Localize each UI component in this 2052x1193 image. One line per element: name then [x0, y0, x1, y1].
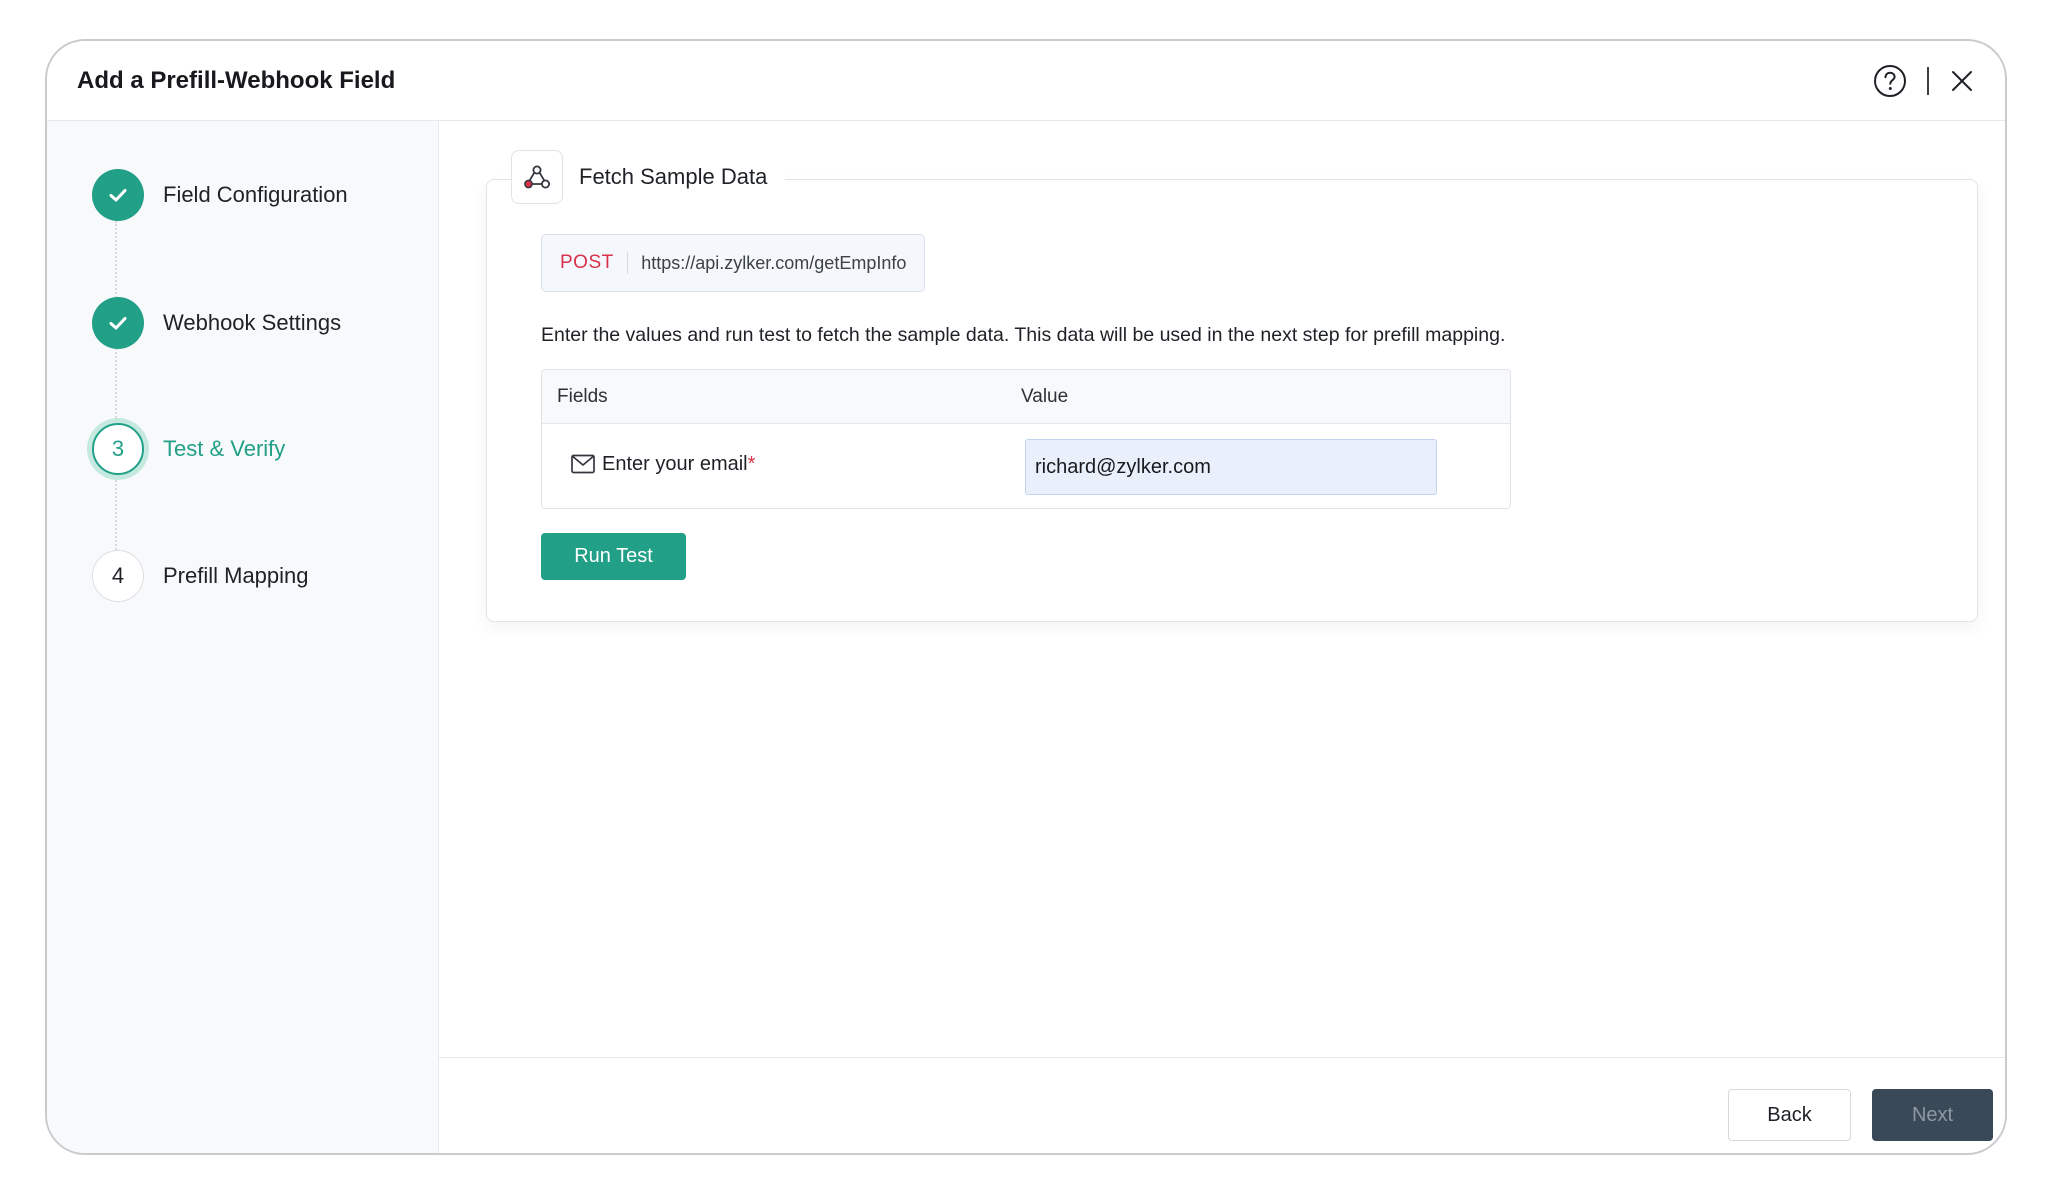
- fetch-sample-data-card: Fetch Sample Data POST https://api.zylke…: [486, 150, 1978, 622]
- endpoint-url: https://api.zylker.com/getEmpInfo: [641, 252, 907, 273]
- step-completed-badge: [92, 169, 144, 221]
- main-content: Fetch Sample Data POST https://api.zylke…: [439, 121, 2005, 1153]
- table-row: Enter your email*: [542, 424, 1510, 508]
- pill-divider: [626, 252, 629, 274]
- stepper-connector: [115, 221, 117, 581]
- step-webhook-settings[interactable]: Webhook Settings: [92, 297, 341, 349]
- test-fields-table: Fields Value Enter your email*: [541, 369, 1511, 509]
- step-label: Prefill Mapping: [163, 563, 309, 588]
- step-test-verify[interactable]: 3 Test & Verify: [92, 423, 285, 475]
- dialog-header: Add a Prefill-Webhook Field: [47, 41, 2005, 121]
- webhook-icon-box: [511, 150, 563, 204]
- column-header-value: Value: [1021, 386, 1069, 407]
- http-method-label: POST: [560, 252, 614, 273]
- table-header: Fields Value: [542, 370, 1510, 424]
- dialog-footer: Back Next: [439, 1057, 2005, 1153]
- step-field-configuration[interactable]: Field Configuration: [92, 169, 348, 221]
- check-icon: [109, 317, 127, 330]
- back-button[interactable]: Back: [1728, 1089, 1851, 1141]
- run-test-button[interactable]: Run Test: [541, 533, 686, 580]
- dialog-title: Add a Prefill-Webhook Field: [77, 67, 396, 94]
- field-label-email: Enter your email*: [602, 453, 756, 475]
- step-label: Webhook Settings: [163, 310, 342, 335]
- stepper-sidebar: Field Configuration Webhook Settings 3 T…: [47, 121, 439, 1153]
- step-label: Field Configuration: [163, 182, 348, 207]
- prefill-webhook-dialog: Add a Prefill-Webhook Field Field Config…: [45, 39, 2007, 1155]
- step-number-badge: 4: [92, 550, 144, 602]
- next-button[interactable]: Next: [1872, 1089, 1993, 1141]
- check-icon: [109, 189, 127, 202]
- step-label: Test & Verify: [163, 436, 286, 461]
- instruction-text: Enter the values and run test to fetch t…: [541, 324, 1506, 346]
- webhook-icon: [524, 165, 550, 189]
- column-header-fields: Fields: [557, 386, 608, 407]
- endpoint-pill: POST https://api.zylker.com/getEmpInfo: [541, 234, 926, 292]
- step-number-badge: 3: [92, 423, 144, 475]
- header-actions: [1873, 41, 1975, 121]
- card-header: Fetch Sample Data: [511, 150, 786, 204]
- close-x-icon[interactable]: [1949, 68, 1975, 94]
- envelope-icon: [571, 454, 595, 474]
- card-title: Fetch Sample Data: [579, 164, 768, 189]
- step-prefill-mapping[interactable]: 4 Prefill Mapping: [92, 550, 309, 602]
- step-completed-badge: [92, 297, 144, 349]
- header-divider: [1927, 67, 1929, 95]
- required-asterisk: *: [747, 453, 756, 475]
- question-circle-icon[interactable]: [1873, 64, 1907, 98]
- email-value-input[interactable]: [1025, 439, 1437, 495]
